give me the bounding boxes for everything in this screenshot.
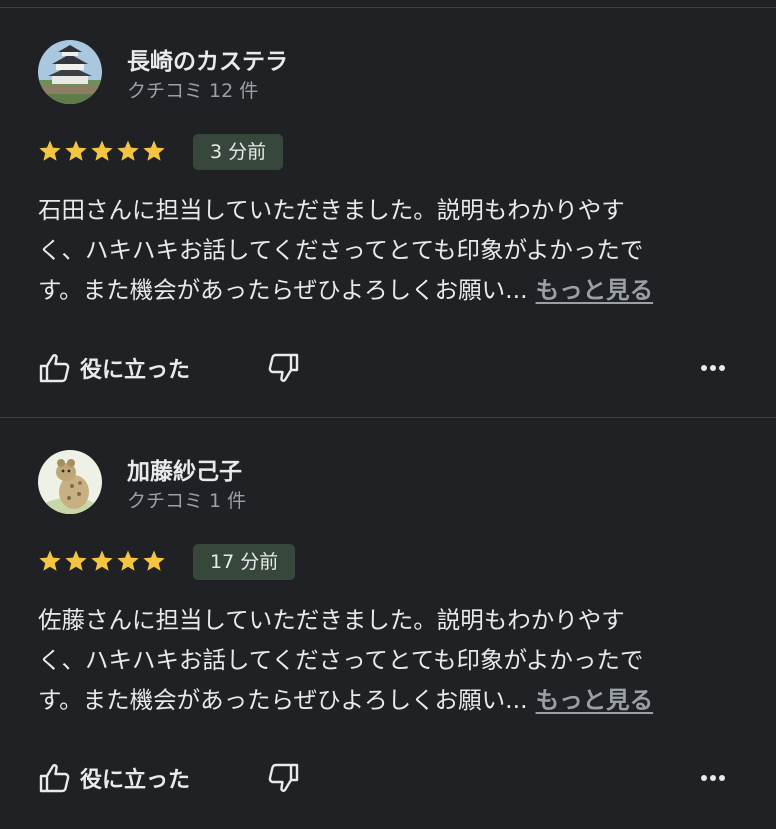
review-text-tail: す。また機会があったらぜひよろしくお願い... <box>38 686 528 714</box>
star-icon <box>91 140 113 161</box>
castle-avatar-icon[interactable] <box>38 40 102 104</box>
more-link[interactable]: もっと見る <box>536 276 654 304</box>
thumbs-up-icon <box>39 354 70 383</box>
thumbs-down-icon <box>268 353 299 382</box>
helpful-button[interactable]: 役に立った <box>38 350 190 386</box>
star-rating <box>38 546 166 576</box>
star-icon <box>91 550 113 571</box>
review-text-line: す。また機会があったらぜひよろしくお願い... もっと見る <box>38 270 738 310</box>
review-text: 石田さんに担当していただきました。説明もわかりやす く、ハキハキお話してくださっ… <box>38 190 738 310</box>
thumbs-down-icon <box>268 763 299 792</box>
dislike-button[interactable] <box>266 761 300 795</box>
star-icon <box>117 550 139 571</box>
time-badge: 17 分前 <box>193 544 296 580</box>
more-link[interactable]: もっと見る <box>536 686 654 714</box>
time-badge: 3 分前 <box>193 134 284 170</box>
more-horizontal-icon <box>701 365 725 371</box>
review-text: 佐藤さんに担当していただきました。説明もわかりやす く、ハキハキお話してくださっ… <box>38 600 738 720</box>
star-icon <box>143 550 165 571</box>
hyena-avatar-icon[interactable] <box>38 450 102 514</box>
star-icon <box>117 140 139 161</box>
star-icon <box>39 550 61 571</box>
helpful-label: 役に立った <box>80 358 191 383</box>
star-icon <box>39 140 61 161</box>
review-text-line: 石田さんに担当していただきました。説明もわかりやす <box>38 196 625 224</box>
review-text-line: 佐藤さんに担当していただきました。説明もわかりやす <box>38 606 625 634</box>
star-icon <box>143 140 165 161</box>
star-icon <box>65 140 87 161</box>
review-text-line: く、ハキハキお話してくださってとても印象がよかったで <box>38 236 644 264</box>
review-text-line: く、ハキハキお話してくださってとても印象がよかったで <box>38 646 644 674</box>
more-horizontal-icon <box>701 775 725 781</box>
review-text-line: す。また機会があったらぜひよろしくお願い... もっと見る <box>38 680 738 720</box>
star-rating <box>38 136 166 166</box>
review-count: クチコミ 12 件 <box>127 80 259 102</box>
star-icon <box>65 550 87 571</box>
review-text-tail: す。また機会があったらぜひよろしくお願い... <box>38 276 528 304</box>
review-card: 加藤紗己子 クチコミ 1 件 17 分前 佐藤さんに担当していただきました。説明… <box>0 418 776 828</box>
dislike-button[interactable] <box>266 351 300 385</box>
author-name[interactable]: 長崎のカステラ <box>127 42 288 76</box>
review-count: クチコミ 1 件 <box>127 490 247 512</box>
author-name[interactable]: 加藤紗己子 <box>127 452 242 486</box>
helpful-button[interactable]: 役に立った <box>38 760 190 796</box>
review-card: 長崎のカステラ クチコミ 12 件 3 分前 石田さんに担当していただきました。… <box>0 8 776 418</box>
more-options-button[interactable] <box>698 764 728 792</box>
more-options-button[interactable] <box>698 354 728 382</box>
helpful-label: 役に立った <box>80 768 191 793</box>
thumbs-up-icon <box>39 764 70 793</box>
